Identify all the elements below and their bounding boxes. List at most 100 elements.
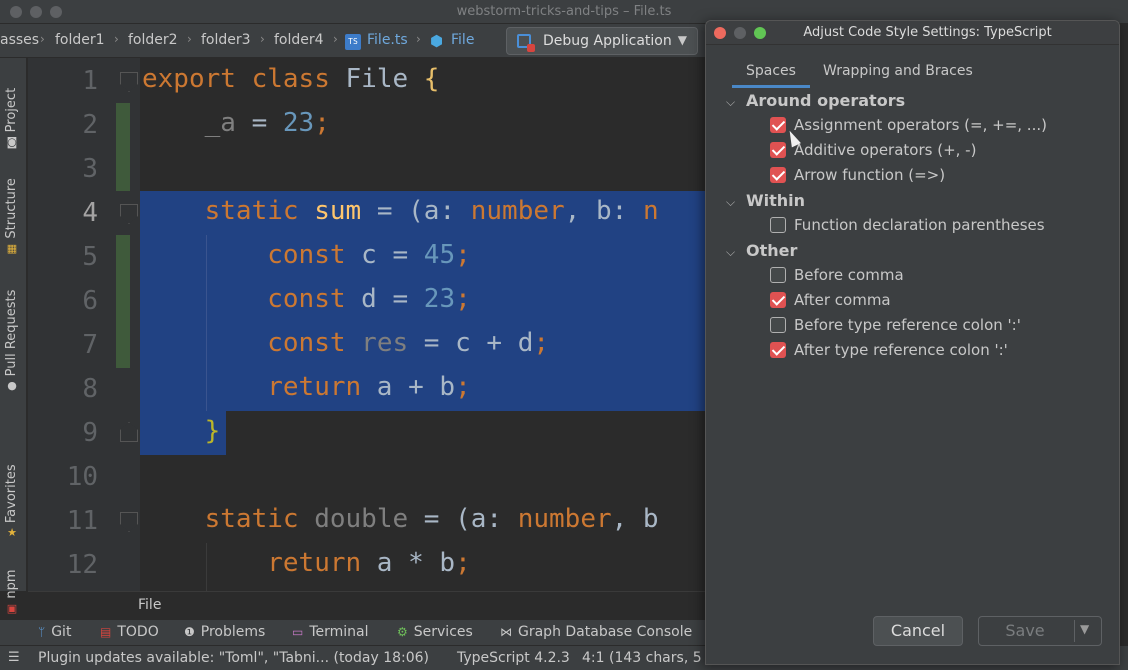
status-language[interactable]: TypeScript 4.2.3 <box>457 650 570 666</box>
tool-window-problems[interactable]: ❶ Problems <box>184 624 265 640</box>
line-number: 9 <box>82 418 98 448</box>
option-arrow-function[interactable]: Arrow function (=>) <box>770 166 945 184</box>
checkbox-unchecked[interactable] <box>770 317 786 333</box>
option-function-declaration-parentheses[interactable]: Function declaration parentheses <box>770 216 1045 234</box>
breadcrumb-class[interactable]: File <box>451 32 474 48</box>
line-number: 12 <box>66 550 98 580</box>
group-within[interactable]: ⌵ Within <box>726 191 805 210</box>
editor-gutter: 1 2 3 4 5 6 7 8 9 10 11 12 <box>28 58 140 591</box>
code-line-2: _a = 23; <box>204 108 330 138</box>
checkbox-checked[interactable] <box>770 342 786 358</box>
checkbox-checked[interactable] <box>770 117 786 133</box>
tab-spaces[interactable]: Spaces <box>746 63 796 79</box>
option-after-comma[interactable]: After comma <box>770 291 891 309</box>
tool-window-label: Structure <box>4 178 19 239</box>
line-number: 1 <box>82 66 98 96</box>
active-tab-indicator <box>732 85 810 88</box>
git-branch-icon: ᛘ <box>38 625 46 639</box>
tool-window-npm[interactable]: ▣ npm <box>4 569 19 615</box>
code-line-7: const res = c + d; <box>267 328 550 358</box>
tool-window-graph-database-console[interactable]: ⋈ Graph Database Console <box>500 624 692 640</box>
chevron-down-icon: ⌵ <box>726 95 736 109</box>
editor-breadcrumb[interactable]: File <box>138 597 161 613</box>
typescript-icon: TS <box>345 34 361 50</box>
breadcrumb-separator: › <box>416 32 421 46</box>
line-number: 2 <box>82 110 98 140</box>
breadcrumb-file[interactable]: File.ts <box>367 32 408 48</box>
dialog-title: Adjust Code Style Settings: TypeScript <box>803 25 1052 40</box>
option-assignment-operators[interactable]: Assignment operators (=, +=, ...) <box>770 116 1047 134</box>
tool-window-label: Pull Requests <box>4 289 19 377</box>
tool-window-git[interactable]: ᛘ Git <box>38 624 71 640</box>
option-before-comma[interactable]: Before comma <box>770 266 904 284</box>
structure-icon: ▦ <box>6 241 17 255</box>
checkbox-unchecked[interactable] <box>770 267 786 283</box>
breadcrumb-separator: › <box>40 32 45 46</box>
option-after-type-reference-colon[interactable]: After type reference colon ':' <box>770 341 1008 359</box>
code-line-5: const c = 45; <box>267 240 471 270</box>
tool-window-favorites[interactable]: ★ Favorites <box>4 464 19 540</box>
graph-icon: ⋈ <box>500 625 512 639</box>
save-button[interactable]: Save ▼ <box>978 616 1102 646</box>
option-before-type-reference-colon[interactable]: Before type reference colon ':' <box>770 316 1021 334</box>
line-number: 10 <box>66 462 98 492</box>
status-message[interactable]: Plugin updates available: "Toml", "Tabni… <box>38 650 429 666</box>
breadcrumb-separator: › <box>187 32 192 46</box>
tool-window-services[interactable]: ⚙ Services <box>397 624 473 640</box>
line-number: 6 <box>82 286 98 316</box>
line-number: 11 <box>66 506 98 536</box>
fold-toggle-icon[interactable] <box>120 512 138 532</box>
line-number-current: 4 <box>82 198 98 228</box>
vcs-change-marker <box>116 103 130 191</box>
checkbox-unchecked[interactable] <box>770 217 786 233</box>
terminal-icon: ▭ <box>292 625 304 639</box>
tool-window-terminal[interactable]: ▭ Terminal <box>292 624 369 640</box>
code-line-11: static double = (a: number, b <box>204 504 659 534</box>
chevron-down-icon: ⌵ <box>726 245 736 259</box>
layers-icon[interactable]: ☰ <box>8 651 24 665</box>
vcs-change-marker <box>116 235 130 368</box>
breadcrumb-item[interactable]: folder1 <box>55 32 105 48</box>
tool-window-pull-requests[interactable]: ● Pull Requests <box>4 290 19 393</box>
cancel-button[interactable]: Cancel <box>873 616 963 646</box>
save-button-label: Save <box>1005 621 1045 640</box>
breadcrumb-separator: › <box>260 32 265 46</box>
code-editor[interactable]: export class File { _a = 23; static sum … <box>140 58 705 591</box>
breadcrumb-item[interactable]: folder4 <box>274 32 324 48</box>
tool-window-todo[interactable]: ▤ TODO <box>100 624 159 640</box>
tab-wrapping-and-braces[interactable]: Wrapping and Braces <box>823 63 973 79</box>
tool-window-label: Project <box>4 87 19 133</box>
breadcrumb-item[interactable]: folder3 <box>201 32 251 48</box>
fold-end-icon[interactable] <box>120 422 138 442</box>
chevron-down-icon: ▼ <box>677 33 687 47</box>
breadcrumb-item[interactable]: asses <box>0 32 39 48</box>
code-style-dialog: Adjust Code Style Settings: TypeScript S… <box>705 20 1120 665</box>
chevron-down-icon[interactable]: ▼ <box>1080 622 1089 636</box>
tool-window-label: npm <box>4 569 19 599</box>
group-other[interactable]: ⌵ Other <box>726 241 797 260</box>
checkbox-checked[interactable] <box>770 167 786 183</box>
option-additive-operators[interactable]: Additive operators (+, -) <box>770 141 976 159</box>
checkbox-checked[interactable] <box>770 292 786 308</box>
debug-config-icon <box>517 34 535 52</box>
cube-icon: ⬢ <box>430 32 444 50</box>
checkbox-checked[interactable] <box>770 142 786 158</box>
breadcrumb-separator: › <box>114 32 119 46</box>
navigation-bar: asses › folder1 › folder2 › folder3 › fo… <box>0 24 705 58</box>
group-around-operators[interactable]: ⌵ Around operators <box>726 91 905 110</box>
bottom-tool-stripe: ᛘ Git ▤ TODO ❶ Problems ▭ Terminal ⚙ Services… <box>0 619 705 645</box>
code-line-12: return a * b; <box>267 548 471 578</box>
code-line-6: const d = 23; <box>267 284 471 314</box>
breadcrumb-item[interactable]: folder2 <box>128 32 178 48</box>
tool-window-project[interactable]: ◙ Project <box>4 88 19 149</box>
npm-icon: ▣ <box>6 601 17 615</box>
fold-toggle-icon[interactable] <box>120 72 138 92</box>
run-configuration-dropdown[interactable]: Debug Application ▼ <box>506 27 698 55</box>
star-icon: ★ <box>6 526 17 540</box>
todo-icon: ▤ <box>100 625 112 639</box>
left-tool-stripe: ◙ Project ▦ Structure ● Pull Requests ★ … <box>0 58 27 615</box>
fold-toggle-icon[interactable] <box>120 204 138 224</box>
tool-window-structure[interactable]: ▦ Structure <box>4 178 19 255</box>
line-number: 7 <box>82 330 98 360</box>
info-icon: ❶ <box>184 625 195 639</box>
